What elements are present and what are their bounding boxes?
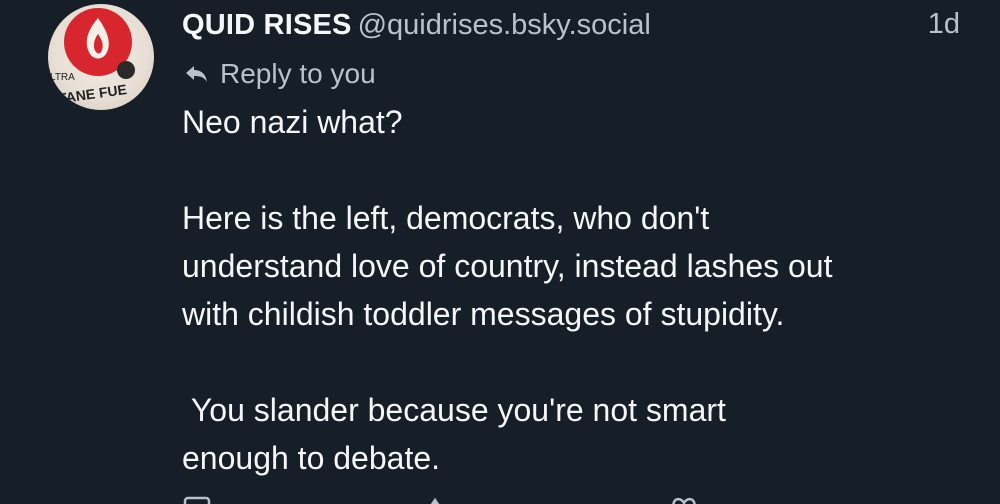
avatar-text-line-2: UTANE FUE xyxy=(48,81,128,108)
post-paragraph-1: Neo nazi what? xyxy=(182,104,403,140)
reply-label: Reply to you xyxy=(220,58,376,89)
post-paragraph-2: Here is the left, democrats, who don't u… xyxy=(182,200,833,332)
author-display-name[interactable]: QUID RISES xyxy=(182,9,352,41)
post-header: QUID RISES @quidrises.bsky.social xyxy=(182,2,651,46)
avatar-text-line-1: LTRA xyxy=(50,72,75,83)
author-handle[interactable]: @quidrises.bsky.social xyxy=(358,9,651,41)
post-body: Neo nazi what? Here is the left, democra… xyxy=(182,98,972,482)
avatar-butane-logo: LTRA UTANE FUE xyxy=(48,8,135,108)
repost-icon[interactable] xyxy=(425,494,455,504)
reply-arrow-icon xyxy=(186,66,207,82)
post: LTRA UTANE FUE QUID RISES @quidrises.bsky… xyxy=(0,0,1000,504)
post-paragraph-3: You slander because you're not smart eno… xyxy=(182,392,726,476)
post-actions xyxy=(182,494,942,504)
like-icon[interactable] xyxy=(669,494,699,504)
comment-icon[interactable] xyxy=(182,494,212,504)
post-timestamp[interactable]: 1d xyxy=(928,2,960,46)
more-icon[interactable] xyxy=(912,494,942,504)
reply-indicator[interactable]: Reply to you xyxy=(182,54,376,94)
avatar[interactable]: LTRA UTANE FUE xyxy=(48,4,154,110)
